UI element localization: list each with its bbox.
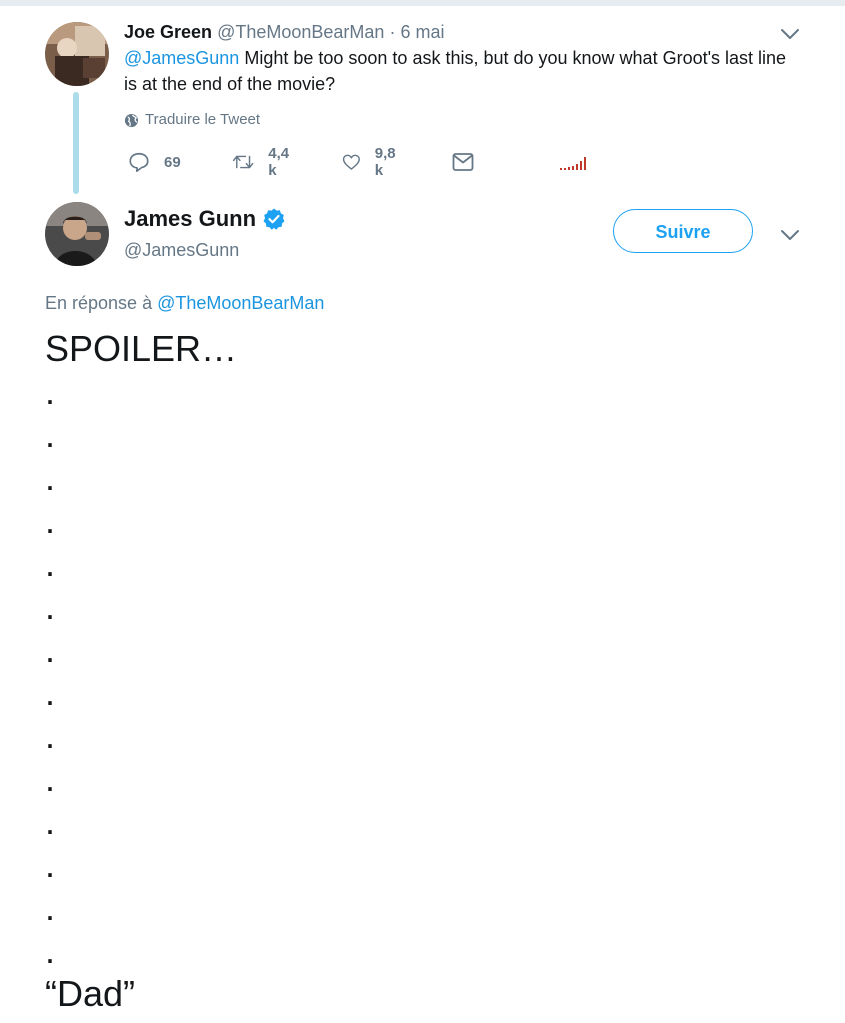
main-author-handle[interactable]: @JamesGunn <box>124 238 239 262</box>
reply-count: 69 <box>164 153 181 171</box>
follow-button[interactable]: Suivre <box>613 209 753 253</box>
top-divider <box>0 0 845 6</box>
translate-tweet-link[interactable]: Traduire le Tweet <box>124 110 260 130</box>
main-author-name-row: James Gunn <box>124 204 286 234</box>
direct-message-icon <box>452 153 474 171</box>
main-author-name[interactable]: James Gunn <box>124 204 256 234</box>
translate-globe-icon <box>124 113 139 127</box>
parent-tweet-text: @JamesGunn Might be too soon to ask this… <box>124 45 804 97</box>
like-count: 9,8 k <box>374 145 396 179</box>
parent-more-chevron-down-icon[interactable] <box>780 27 800 41</box>
like-action[interactable]: 9,8 k <box>342 145 401 179</box>
reply-action[interactable]: 69 <box>128 148 181 176</box>
parent-tweet-date[interactable]: 6 mai <box>400 22 444 42</box>
translate-label: Traduire le Tweet <box>145 111 261 128</box>
main-tweet-text: SPOILER… . . . . . . . . . . . . . . “Da… <box>45 328 238 1014</box>
analytics-icon[interactable] <box>560 152 590 172</box>
parent-author-name[interactable]: Joe Green <box>124 22 212 42</box>
parent-separator: · <box>389 22 396 42</box>
main-more-chevron-down-icon[interactable] <box>780 228 800 242</box>
verified-badge-icon <box>263 208 285 230</box>
parent-author-handle[interactable]: @TheMoonBearMan <box>217 22 384 42</box>
direct-message-action[interactable] <box>452 148 488 176</box>
parent-mention-link[interactable]: @JamesGunn <box>124 48 239 68</box>
reply-context: En réponse à @TheMoonBearMan <box>45 291 324 315</box>
parent-avatar[interactable] <box>45 22 109 86</box>
thread-connector <box>73 92 79 194</box>
retweet-action[interactable]: 4,4 k <box>232 145 295 179</box>
like-icon <box>342 154 360 170</box>
parent-tweet-header: Joe Green @TheMoonBearMan · 6 mai <box>124 20 444 44</box>
reply-icon <box>129 152 149 172</box>
reply-prefix: En réponse à <box>45 293 158 313</box>
retweet-count: 4,4 k <box>268 145 290 179</box>
reply-to-mention-link[interactable]: @TheMoonBearMan <box>157 293 324 313</box>
main-avatar[interactable] <box>45 202 109 266</box>
retweet-icon <box>232 155 254 169</box>
